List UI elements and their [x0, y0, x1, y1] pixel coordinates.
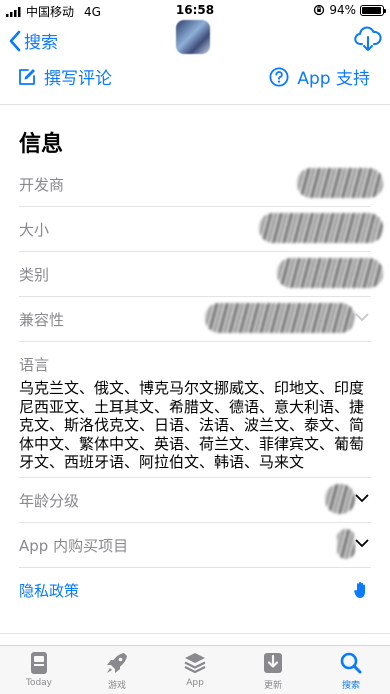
status-bar: 中国移动 4G 16:58 94%: [0, 0, 390, 20]
category-label: 类别: [19, 266, 50, 284]
redacted-value: [297, 168, 383, 198]
language-value: 乌克兰文、俄文、博克马尔文挪威文、印地文、印度尼西亚文、土耳其文、希腊文、德语、…: [19, 379, 365, 471]
download-button[interactable]: [354, 26, 382, 56]
age-rating-label: 年龄分级: [19, 492, 80, 510]
tab-search[interactable]: 搜索: [312, 646, 390, 694]
nav-bar: 搜索: [0, 20, 390, 62]
section-title: 信息: [19, 132, 64, 157]
tab-apps[interactable]: App: [156, 646, 234, 694]
chevron-down-icon: [355, 313, 369, 321]
row-divider: [19, 341, 371, 342]
status-right: 94%: [313, 3, 386, 17]
privacy-label: 隐私政策: [19, 582, 80, 600]
compatibility-label: 兼容性: [19, 311, 65, 329]
search-icon: [340, 652, 362, 674]
tab-label: 搜索: [341, 681, 360, 691]
info-row-compatibility[interactable]: 兼容性: [19, 297, 371, 342]
compose-icon: [19, 68, 35, 85]
chevron-down-icon: [355, 494, 369, 502]
battery-icon: [360, 4, 386, 16]
language-block: 语言 乌克兰文、俄文、博克马尔文挪威文、印地文、印度尼西亚文、土耳其文、希腊文、…: [19, 354, 371, 472]
tab-label: App: [186, 678, 204, 688]
app-support-button[interactable]: App 支持: [269, 64, 370, 89]
info-row-in-app-purchases[interactable]: App 内购买项目: [19, 523, 371, 568]
orientation-lock-icon: [314, 4, 325, 16]
tab-today[interactable]: Today: [0, 646, 78, 694]
layers-icon: [184, 653, 206, 674]
chevron-left-icon: [9, 30, 21, 51]
tab-games[interactable]: 游戏: [78, 646, 156, 694]
back-button[interactable]: 搜索: [8, 28, 58, 53]
battery-fill: [362, 6, 381, 14]
info-row-category: 类别: [19, 252, 383, 297]
write-review-button[interactable]: 撰写评论: [18, 64, 112, 89]
redacted-value: [259, 213, 383, 243]
divider: [0, 633, 390, 634]
language-label: 语言: [19, 356, 50, 374]
size-label: 大小: [19, 221, 50, 239]
tab-label: Today: [25, 678, 53, 688]
redacted-value: [337, 529, 355, 559]
app-support-label: App 支持: [297, 69, 370, 89]
info-row-age-rating[interactable]: 年龄分级: [19, 478, 371, 523]
action-row: 撰写评论 App 支持: [0, 62, 390, 92]
developer-label: 开发商: [19, 176, 65, 194]
info-row-developer: 开发商: [19, 162, 383, 207]
rocket-icon: [107, 653, 127, 673]
tab-updates[interactable]: 更新: [234, 646, 312, 694]
redacted-value: [205, 303, 355, 333]
cloud-download-icon: [354, 26, 382, 51]
write-review-label: 撰写评论: [44, 69, 112, 89]
tab-label: 更新: [263, 681, 282, 691]
redacted-value: [325, 484, 355, 514]
tab-label: 游戏: [107, 681, 126, 691]
divider: [0, 104, 390, 105]
redacted-value: [277, 258, 383, 288]
download-tray-icon: [264, 653, 282, 673]
privacy-policy-link[interactable]: 隐私政策: [19, 568, 371, 613]
chevron-down-icon: [355, 539, 369, 547]
tab-bar: Today 游戏 App 更新 搜索: [0, 645, 390, 694]
battery-percent: 94%: [329, 3, 356, 17]
back-label: 搜索: [24, 33, 58, 53]
app-icon-thumbnail: [176, 20, 210, 54]
question-circle-icon: [269, 66, 289, 87]
in-app-label: App 内购买项目: [19, 537, 129, 555]
today-icon: [31, 652, 47, 674]
hand-raised-icon: [354, 582, 365, 598]
info-row-size: 大小: [19, 207, 383, 252]
